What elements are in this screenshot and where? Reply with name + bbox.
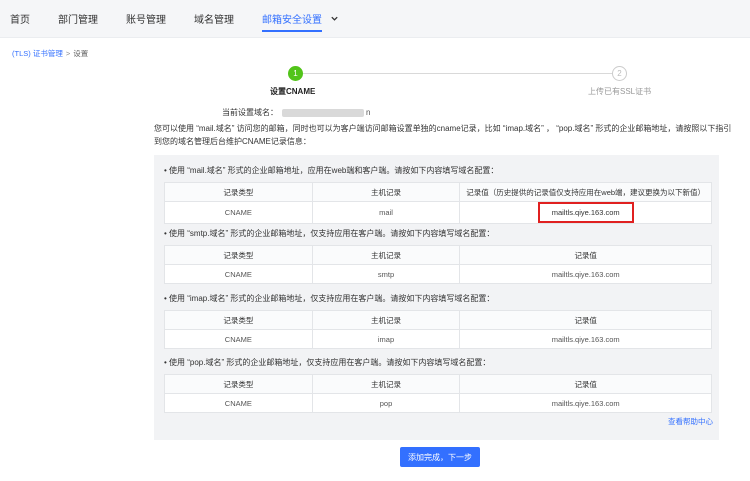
section-title-smtp: • 使用 “smtp.域名” 形式的企业邮箱地址，仅支持应用在客户端。请按如下内… <box>164 229 495 238</box>
cell-host-record: smtp <box>311 264 461 284</box>
breadcrumb-separator: > <box>65 49 71 58</box>
chevron-down-icon <box>331 16 338 21</box>
section-title-imap: • 使用 “imap.域名” 形式的企业邮箱地址，仅支持应用在客户端。请按如下内… <box>164 294 495 303</box>
current-domain-value: n <box>282 108 370 117</box>
breadcrumb: (TLS) 证书管理 > 设置 <box>12 48 88 59</box>
header-record-value: 记录值 <box>459 245 712 265</box>
cell-record-value: mailtls.qiye.163.com <box>459 393 712 413</box>
current-domain-row: 当前设置域名： n <box>222 107 370 118</box>
step-2-label: 上传已有SSL证书 <box>588 87 652 96</box>
record-table-smtp: 记录类型 主机记录 记录值 CNAME smtp mailtls.qiye.16… <box>164 245 712 284</box>
help-center-link[interactable]: 查看帮助中心 <box>668 416 713 427</box>
step-2-indicator: 2 <box>612 66 627 81</box>
record-table-pop: 记录类型 主机记录 记录值 CNAME pop mailtls.qiye.163… <box>164 374 712 413</box>
nav-domain-management[interactable]: 域名管理 <box>194 0 234 38</box>
table-header-row: 记录类型 主机记录 记录值 <box>164 245 712 265</box>
table-header-row: 记录类型 主机记录 记录值 <box>164 374 712 394</box>
table-row: CNAME smtp mailtls.qiye.163.com <box>164 264 712 284</box>
top-navigation: 首页 部门管理 账号管理 域名管理 邮箱安全设置 <box>0 0 750 38</box>
table-row: CNAME mail mailtls.qiye.163.com <box>164 201 712 224</box>
record-table-imap: 记录类型 主机记录 记录值 CNAME imap mailtls.qiye.16… <box>164 310 712 349</box>
header-record-type: 记录类型 <box>164 182 313 202</box>
cell-host-record: mail <box>311 201 461 224</box>
table-row: CNAME imap mailtls.qiye.163.com <box>164 329 712 349</box>
nav-mailbox-security-settings[interactable]: 邮箱安全设置 <box>262 0 322 38</box>
nav-account-management[interactable]: 账号管理 <box>126 0 166 38</box>
header-host-record: 主机记录 <box>311 374 461 394</box>
stepper: 1 2 设置CNAME 上传已有SSL证书 <box>270 66 652 96</box>
header-host-record: 主机记录 <box>311 182 461 202</box>
header-record-value: 记录值（历史提供的记录值仅支持应用在web端，建议更换为以下新值） <box>459 182 712 202</box>
cell-record-value: mailtls.qiye.163.com <box>459 264 712 284</box>
stepper-connector <box>302 73 620 74</box>
section-title-pop: • 使用 “pop.域名” 形式的企业邮箱地址，仅支持应用在客户端。请按如下内容… <box>164 358 491 367</box>
intro-text: 您可以使用 “mail.域名” 访问您的邮箱，同时也可以为客户端访问邮箱设置单独… <box>154 124 732 146</box>
cell-record-type: CNAME <box>164 201 313 224</box>
current-domain-tail: n <box>366 108 371 117</box>
cell-record-value: mailtls.qiye.163.com <box>459 201 712 224</box>
nav-more-dropdown[interactable] <box>330 0 339 38</box>
nav-home[interactable]: 首页 <box>10 0 30 38</box>
finish-next-step-button[interactable]: 添加完成，下一步 <box>400 447 480 467</box>
highlighted-record-value: mailtls.qiye.163.com <box>537 202 634 223</box>
table-header-row: 记录类型 主机记录 记录值（历史提供的记录值仅支持应用在web端，建议更换为以下… <box>164 182 712 202</box>
cell-record-value: mailtls.qiye.163.com <box>459 329 712 349</box>
step-1-label: 设置CNAME <box>270 87 316 96</box>
nav-department-management[interactable]: 部门管理 <box>58 0 98 38</box>
cell-host-record: imap <box>311 329 461 349</box>
cell-record-type: CNAME <box>164 329 313 349</box>
header-record-type: 记录类型 <box>164 310 313 330</box>
record-table-mail: 记录类型 主机记录 记录值（历史提供的记录值仅支持应用在web端，建议更换为以下… <box>164 182 712 224</box>
header-record-type: 记录类型 <box>164 374 313 394</box>
table-row: CNAME pop mailtls.qiye.163.com <box>164 393 712 413</box>
cell-record-type: CNAME <box>164 393 313 413</box>
header-record-value: 记录值 <box>459 310 712 330</box>
current-domain-label: 当前设置域名： <box>222 108 278 117</box>
redacted-domain-mask <box>282 108 364 117</box>
cell-record-type: CNAME <box>164 264 313 284</box>
header-record-value: 记录值 <box>459 374 712 394</box>
cell-host-record: pop <box>311 393 461 413</box>
header-record-type: 记录类型 <box>164 245 313 265</box>
breadcrumb-current: 设置 <box>73 49 89 58</box>
breadcrumb-link-tls-cert[interactable]: (TLS) 证书管理 <box>12 49 63 58</box>
header-host-record: 主机记录 <box>311 310 461 330</box>
step-1-indicator: 1 <box>288 66 303 81</box>
cname-config-panel: • 使用 “mail.域名” 形式的企业邮箱地址，应用在web端和客户端。请按如… <box>154 155 719 440</box>
table-header-row: 记录类型 主机记录 记录值 <box>164 310 712 330</box>
header-host-record: 主机记录 <box>311 245 461 265</box>
section-title-mail: • 使用 “mail.域名” 形式的企业邮箱地址，应用在web端和客户端。请按如… <box>164 166 499 175</box>
